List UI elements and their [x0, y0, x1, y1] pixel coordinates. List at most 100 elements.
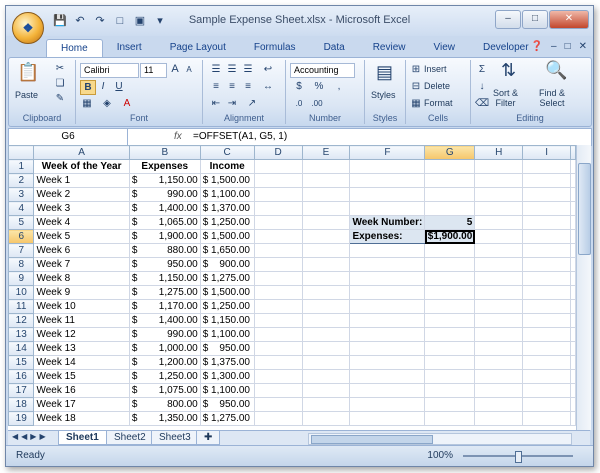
format-cells-button[interactable]: Format: [424, 98, 453, 108]
cell-income[interactable]: $ 1,275.00: [199, 271, 255, 286]
worksheet-grid[interactable]: A B C D E F G H I 1 Week of the Year Expenses Income…: [8, 145, 576, 430]
cell[interactable]: [522, 313, 571, 328]
cell[interactable]: [570, 159, 576, 174]
cell-week[interactable]: Week 12: [33, 327, 130, 342]
copy-icon[interactable]: ❏: [53, 77, 67, 90]
font-color-icon[interactable]: A: [120, 97, 134, 110]
tab-insert[interactable]: Insert: [103, 39, 156, 57]
select-all-corner[interactable]: [8, 145, 35, 160]
lookup-expense-value[interactable]: $1,900.00: [424, 229, 476, 244]
cell[interactable]: [349, 327, 426, 342]
cell[interactable]: [253, 383, 303, 398]
orientation-icon[interactable]: ↗: [245, 97, 259, 110]
currency-button[interactable]: $: [292, 80, 306, 93]
help-icon[interactable]: ❓: [531, 41, 543, 52]
align-bottom-icon[interactable]: ☰: [241, 63, 255, 76]
cell[interactable]: [474, 341, 524, 356]
column-header[interactable]: H: [474, 145, 524, 160]
insert-function-button[interactable]: fx: [174, 129, 188, 145]
cell[interactable]: [253, 411, 303, 426]
wrap-text-icon[interactable]: ↩: [261, 63, 275, 76]
cell-expense[interactable]: $1,350.00: [128, 411, 201, 426]
column-header[interactable]: D: [253, 145, 303, 160]
close-button[interactable]: ✕: [549, 10, 589, 29]
cell-week[interactable]: Week 13: [33, 341, 130, 356]
styles-button[interactable]: Styles: [371, 90, 396, 100]
cell[interactable]: [253, 243, 303, 258]
cell-expense[interactable]: $1,150.00: [128, 271, 201, 286]
cell[interactable]: [253, 299, 303, 314]
cell[interactable]: [522, 285, 571, 300]
cell-week[interactable]: Week 3: [33, 201, 130, 216]
cell[interactable]: [253, 285, 303, 300]
decrease-indent-icon[interactable]: ⇤: [209, 97, 223, 110]
row-header[interactable]: 1: [8, 159, 35, 174]
cell[interactable]: [253, 187, 303, 202]
cell[interactable]: [474, 327, 524, 342]
tab-home[interactable]: Home: [46, 39, 103, 58]
cell[interactable]: [570, 327, 576, 342]
cell[interactable]: [424, 201, 476, 216]
tab-page-layout[interactable]: Page Layout: [156, 39, 240, 57]
cell[interactable]: [522, 397, 571, 412]
fill-color-icon[interactable]: ◈: [100, 97, 114, 110]
cell[interactable]: [253, 201, 303, 216]
find-select-button[interactable]: Find & Select: [539, 88, 565, 108]
cell-expense[interactable]: $1,075.00: [128, 383, 201, 398]
row-header[interactable]: 15: [8, 355, 35, 370]
font-name-select[interactable]: Calibri: [80, 63, 139, 78]
row-header[interactable]: 14: [8, 341, 35, 356]
cell-expense[interactable]: $1,000.00: [128, 341, 201, 356]
cell[interactable]: [570, 285, 576, 300]
cell-income[interactable]: $ 1,250.00: [199, 299, 255, 314]
cell-income[interactable]: $ 1,250.00: [199, 215, 255, 230]
sheet-tab-3[interactable]: Sheet3: [151, 431, 199, 445]
cell-week[interactable]: Week 7: [33, 257, 130, 272]
cell[interactable]: [570, 229, 576, 244]
cell[interactable]: [424, 299, 476, 314]
column-header[interactable]: A: [33, 145, 130, 160]
cell-week[interactable]: Week 4: [33, 215, 130, 230]
comma-style-icon[interactable]: ,: [332, 80, 346, 93]
cell[interactable]: [301, 411, 351, 426]
cell-header-income[interactable]: Income: [199, 159, 255, 174]
row-header[interactable]: 13: [8, 327, 35, 342]
cell[interactable]: [424, 257, 476, 272]
horizontal-scrollbar[interactable]: [308, 433, 572, 445]
maximize-button[interactable]: □: [522, 10, 548, 29]
cell[interactable]: [301, 369, 351, 384]
cell[interactable]: [522, 215, 571, 230]
cell-income[interactable]: $ 1,275.00: [199, 411, 255, 426]
row-header[interactable]: 5: [8, 215, 35, 230]
cell-income[interactable]: $ 950.00: [199, 341, 255, 356]
cell-expense[interactable]: $1,275.00: [128, 285, 201, 300]
cell[interactable]: [253, 327, 303, 342]
ribbon-restore-icon[interactable]: □: [565, 41, 571, 52]
cell[interactable]: [424, 243, 476, 258]
cell[interactable]: [301, 341, 351, 356]
cell[interactable]: [349, 173, 426, 188]
cell[interactable]: [474, 313, 524, 328]
row-header[interactable]: 8: [8, 257, 35, 272]
bold-button[interactable]: B: [80, 80, 96, 95]
cell-week[interactable]: Week 9: [33, 285, 130, 300]
cell[interactable]: [424, 271, 476, 286]
cell-header-expenses[interactable]: Expenses: [128, 159, 201, 174]
align-center-icon[interactable]: ≡: [225, 80, 239, 93]
cell-week[interactable]: Week 6: [33, 243, 130, 258]
cell[interactable]: [570, 411, 576, 426]
cell[interactable]: [424, 285, 476, 300]
cell[interactable]: [424, 411, 476, 426]
ribbon-close-icon[interactable]: ✕: [579, 41, 587, 52]
cell[interactable]: [349, 341, 426, 356]
cell[interactable]: [349, 159, 426, 174]
cell[interactable]: [522, 327, 571, 342]
cell-income[interactable]: $ 1,150.00: [199, 313, 255, 328]
cell-expense[interactable]: $880.00: [128, 243, 201, 258]
cell[interactable]: [349, 411, 426, 426]
cell-income[interactable]: $ 1,650.00: [199, 243, 255, 258]
row-header[interactable]: 2: [8, 173, 35, 188]
cell[interactable]: [474, 369, 524, 384]
paste-button[interactable]: Paste: [15, 90, 38, 100]
cell[interactable]: [253, 229, 303, 244]
